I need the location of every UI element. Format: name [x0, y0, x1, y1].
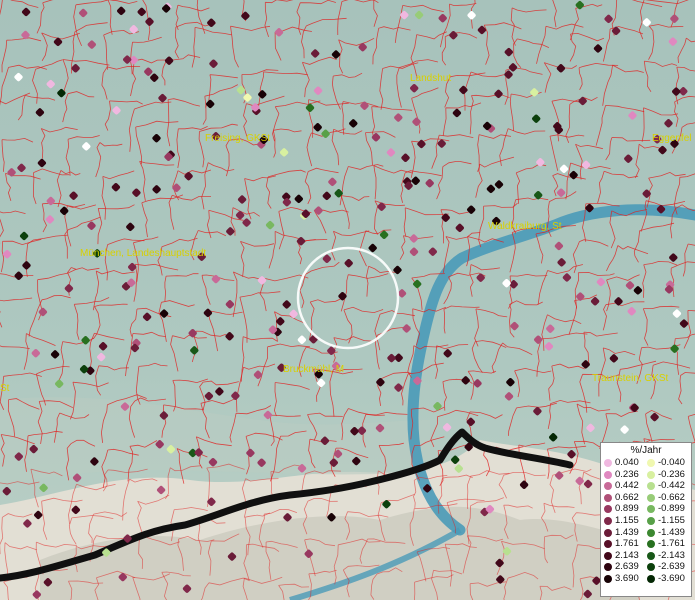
- legend-value-positive: 0.442: [615, 480, 639, 492]
- legend-value-positive: 2.143: [615, 549, 639, 561]
- legend-value-positive: 0.236: [615, 468, 639, 480]
- legend-row: 1.761 -1.761: [601, 538, 691, 550]
- legend-value-negative: -2.143: [658, 549, 685, 561]
- legend-swatch-negative: [647, 516, 655, 525]
- legend-swatch-positive: [604, 563, 612, 572]
- legend-value-negative: -0.662: [658, 491, 685, 503]
- legend-value-negative: -0.236: [658, 468, 685, 480]
- legend-swatch-positive: [604, 551, 612, 560]
- place-label-freising: Freising, GKSt: [205, 133, 271, 144]
- legend-swatch-positive: [604, 516, 612, 525]
- place-label-left-edge: St: [0, 383, 10, 394]
- legend-value-positive: 2.639: [615, 561, 639, 573]
- legend-swatch-negative: [647, 540, 655, 549]
- legend-row: 0.236 -0.236: [601, 469, 691, 481]
- legend-row: 1.155 -1.155: [601, 515, 691, 527]
- legend-value-positive: 0.899: [615, 503, 639, 515]
- legend-row: 0.899 -0.899: [601, 503, 691, 515]
- legend-row: 1.439 -1.439: [601, 527, 691, 539]
- legend-row: 0.662 -0.662: [601, 492, 691, 504]
- place-label-waldkraiburg: Waldkraiburg, St: [488, 221, 562, 232]
- legend-value-negative: -1.761: [658, 538, 685, 550]
- legend-value-positive: 0.040: [615, 457, 639, 468]
- legend-row: 3.690 -3.690: [601, 573, 691, 585]
- legend-swatch-negative: [647, 574, 655, 583]
- map-canvas[interactable]: [0, 0, 695, 600]
- legend-value-negative: -1.155: [658, 514, 685, 526]
- legend-value-positive: 3.690: [615, 572, 639, 584]
- legend-value-negative: -1.439: [658, 526, 685, 538]
- legend-value-negative: -0.899: [658, 503, 685, 515]
- legend-swatch-positive: [604, 574, 612, 583]
- legend-swatch-negative: [647, 493, 655, 502]
- legend-value-negative: -2.639: [658, 561, 685, 573]
- legend-row: 0.442 -0.442: [601, 480, 691, 492]
- legend-title: %/Jahr: [630, 445, 662, 456]
- place-label-traunstein: Traunstein, GKSt: [592, 373, 669, 384]
- legend-row: 2.143 -2.143: [601, 550, 691, 562]
- legend-value-positive: 0.662: [615, 491, 639, 503]
- place-label-bruckmuehl: Bruckmühl, M: [283, 364, 345, 375]
- legend-swatch-positive: [604, 493, 612, 502]
- legend-swatch-negative: [647, 470, 655, 479]
- legend-swatch-positive: [604, 470, 612, 479]
- legend-value-positive: 1.761: [615, 538, 639, 550]
- place-label-eggenfelden: Eggenfel: [652, 133, 692, 144]
- legend-swatch-negative: [647, 551, 655, 560]
- legend-swatch-positive: [604, 540, 612, 549]
- legend: %/Jahr 0.040 -0.040 0.236 -0.236 0.442 -0.442…: [600, 442, 692, 597]
- legend-value-negative: -0.442: [658, 480, 685, 492]
- legend-swatch-negative: [647, 482, 655, 491]
- legend-rows: 0.040 -0.040 0.236 -0.236 0.442 -0.442 0.662 -0…: [601, 457, 691, 585]
- legend-swatch-positive: [604, 528, 612, 537]
- legend-swatch-positive: [604, 482, 612, 491]
- legend-row: 0.040 -0.040: [601, 457, 691, 469]
- legend-value-negative: -3.690: [658, 572, 685, 584]
- legend-row: 2.639 -2.639: [601, 561, 691, 573]
- legend-value-positive: 1.439: [615, 526, 639, 538]
- legend-value-positive: 1.155: [615, 514, 639, 526]
- legend-swatch-negative: [647, 505, 655, 514]
- place-label-muenchen: München, Landeshauptstadt: [80, 248, 207, 259]
- legend-swatch-positive: [604, 505, 612, 514]
- legend-swatch-negative: [647, 459, 655, 467]
- place-label-landshut: Landshut: [410, 73, 452, 84]
- legend-swatch-negative: [647, 563, 655, 572]
- legend-swatch-positive: [604, 459, 612, 467]
- legend-value-negative: -0.040: [658, 457, 685, 468]
- legend-swatch-negative: [647, 528, 655, 537]
